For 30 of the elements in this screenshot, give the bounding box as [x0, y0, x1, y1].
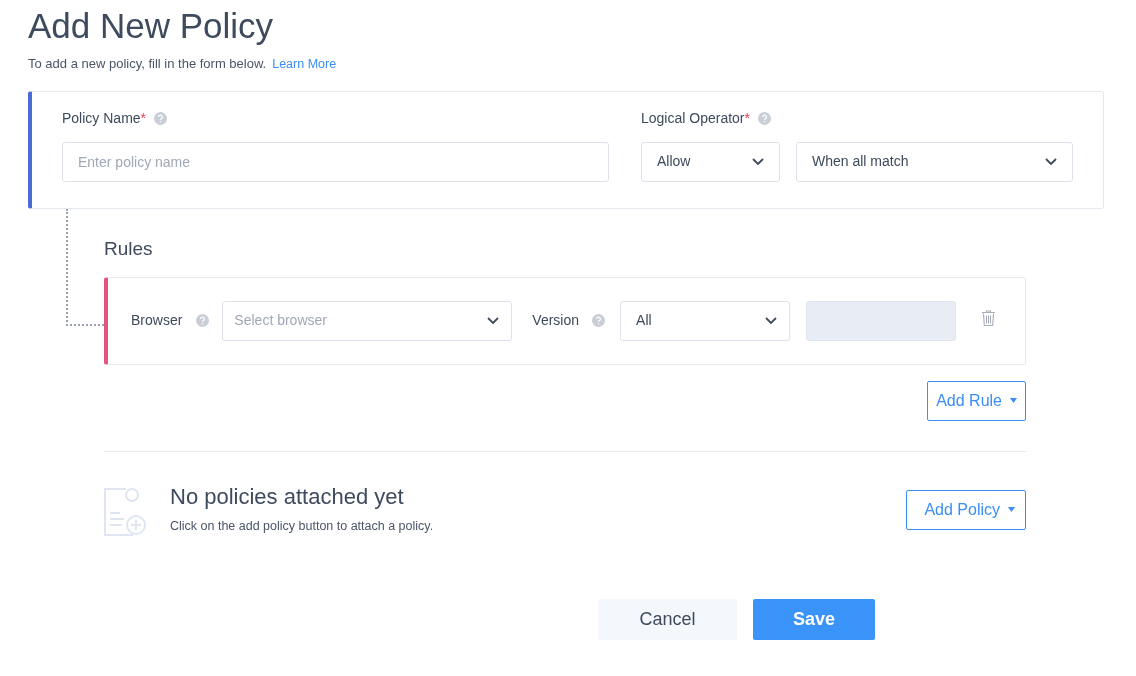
- select-field[interactable]: When all match: [796, 141, 1073, 182]
- page-title: Add New Policy: [28, 5, 275, 47]
- chevron-down-icon: [765, 316, 778, 325]
- policy-name-field[interactable]: Enter policy name: [62, 141, 609, 182]
- cancel-button[interactable]: Cancel: [598, 598, 737, 640]
- browser-select[interactable]: Select browser: [222, 300, 513, 341]
- chevron-down-icon: [487, 316, 500, 325]
- page-subtitle: To add a new policy, fill in the form below.: [28, 56, 267, 71]
- save-button[interactable]: Save: [753, 598, 875, 640]
- add-policy-button[interactable]: Add Policy: [906, 489, 1026, 530]
- help-icon[interactable]: [196, 314, 210, 328]
- version-label: Version: [532, 311, 580, 331]
- empty-state-title: No policies attached yet: [170, 483, 405, 512]
- caret-icon: [1010, 398, 1017, 404]
- help-icon[interactable]: [592, 314, 606, 328]
- trash-icon[interactable]: [982, 309, 996, 326]
- caret-icon: [1008, 507, 1015, 513]
- version-select[interactable]: All: [620, 300, 791, 341]
- help-icon[interactable]: [757, 112, 771, 126]
- learn-more-link[interactable]: Learn More: [272, 57, 337, 71]
- rules-title: Rules: [104, 236, 154, 261]
- field-label: Logical Operator*: [641, 109, 750, 129]
- field-label: Policy Name*: [62, 109, 147, 129]
- help-icon[interactable]: [154, 112, 168, 126]
- chevron-down-icon: [752, 157, 764, 166]
- browser-label: Browser: [131, 311, 183, 331]
- chevron-down-icon: [1045, 157, 1057, 166]
- select-field[interactable]: Allow: [641, 141, 780, 182]
- add-rule-button[interactable]: Add Rule: [927, 380, 1026, 421]
- empty-state-text: Click on the add policy button to attach a policy.: [170, 518, 435, 536]
